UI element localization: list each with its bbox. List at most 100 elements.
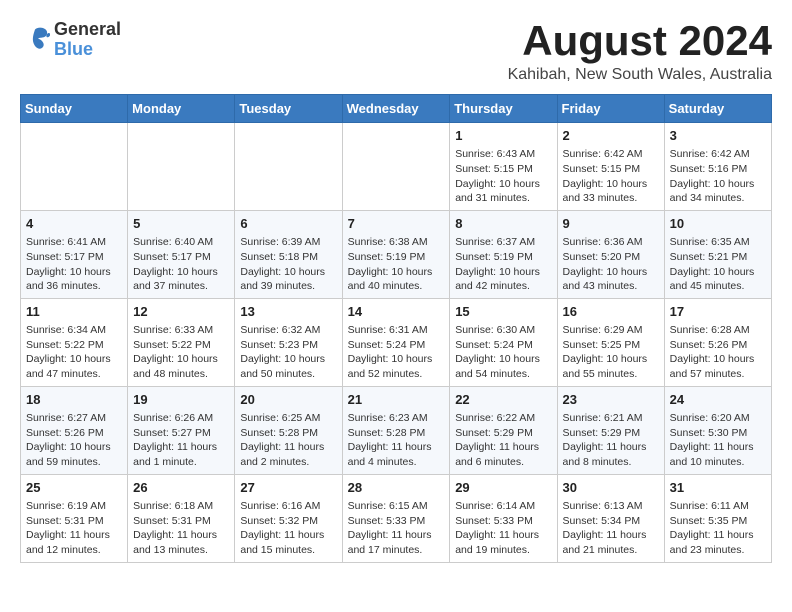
day-info: Sunrise: 6:14 AM Sunset: 5:33 PM Dayligh…	[455, 500, 539, 556]
day-number: 5	[133, 215, 229, 233]
day-info: Sunrise: 6:29 AM Sunset: 5:25 PM Dayligh…	[563, 324, 648, 380]
calendar-cell: 8 Sunrise: 6:37 AM Sunset: 5:19 PM Daylig…	[450, 210, 557, 298]
day-number: 11	[26, 303, 122, 321]
day-number: 14	[348, 303, 445, 321]
calendar-cell: 9 Sunrise: 6:36 AM Sunset: 5:20 PM Daylig…	[557, 210, 664, 298]
day-number: 19	[133, 391, 229, 409]
day-number: 8	[455, 215, 551, 233]
title-area: August 2024 Kahibah, New South Wales, Au…	[508, 20, 772, 84]
calendar-cell: 26 Sunrise: 6:18 AM Sunset: 5:31 PM Dayli…	[128, 474, 235, 562]
weekday-header-friday: Friday	[557, 95, 664, 123]
day-number: 15	[455, 303, 551, 321]
month-year: August 2024	[508, 20, 772, 62]
day-info: Sunrise: 6:31 AM Sunset: 5:24 PM Dayligh…	[348, 324, 433, 380]
day-info: Sunrise: 6:13 AM Sunset: 5:34 PM Dayligh…	[563, 500, 647, 556]
location: Kahibah, New South Wales, Australia	[508, 66, 772, 84]
logo: General Blue	[20, 20, 121, 60]
day-info: Sunrise: 6:36 AM Sunset: 5:20 PM Dayligh…	[563, 236, 648, 292]
calendar-cell	[21, 123, 128, 211]
calendar-cell: 27 Sunrise: 6:16 AM Sunset: 5:32 PM Dayli…	[235, 474, 342, 562]
day-number: 24	[670, 391, 766, 409]
day-info: Sunrise: 6:27 AM Sunset: 5:26 PM Dayligh…	[26, 412, 111, 468]
day-number: 27	[240, 479, 336, 497]
weekday-header-thursday: Thursday	[450, 95, 557, 123]
weekday-header-wednesday: Wednesday	[342, 95, 450, 123]
week-row-1: 1 Sunrise: 6:43 AM Sunset: 5:15 PM Daylig…	[21, 123, 772, 211]
week-row-3: 11Sunrise: 6:34 AM Sunset: 5:22 PM Dayli…	[21, 298, 772, 386]
day-info: Sunrise: 6:37 AM Sunset: 5:19 PM Dayligh…	[455, 236, 540, 292]
weekday-header-monday: Monday	[128, 95, 235, 123]
week-row-4: 18 Sunrise: 6:27 AM Sunset: 5:26 PM Dayli…	[21, 386, 772, 474]
day-number: 1	[455, 127, 551, 145]
day-info: Sunrise: 6:23 AM Sunset: 5:28 PM Dayligh…	[348, 412, 432, 468]
calendar-cell: 6Sunrise: 6:39 AM Sunset: 5:18 PM Daylig…	[235, 210, 342, 298]
day-info: Sunrise: 6:18 AM Sunset: 5:31 PM Dayligh…	[133, 500, 217, 556]
day-info: Sunrise: 6:42 AM Sunset: 5:16 PM Dayligh…	[670, 148, 755, 204]
day-number: 30	[563, 479, 659, 497]
day-number: 31	[670, 479, 766, 497]
week-row-5: 25 Sunrise: 6:19 AM Sunset: 5:31 PM Dayli…	[21, 474, 772, 562]
day-number: 18	[26, 391, 122, 409]
calendar-cell: 16 Sunrise: 6:29 AM Sunset: 5:25 PM Dayli…	[557, 298, 664, 386]
day-number: 10	[670, 215, 766, 233]
calendar-cell: 30 Sunrise: 6:13 AM Sunset: 5:34 PM Dayli…	[557, 474, 664, 562]
day-info: Sunrise: 6:19 AM Sunset: 5:31 PM Dayligh…	[26, 500, 110, 556]
calendar-cell: 18 Sunrise: 6:27 AM Sunset: 5:26 PM Dayli…	[21, 386, 128, 474]
calendar-cell: 22 Sunrise: 6:22 AM Sunset: 5:29 PM Dayli…	[450, 386, 557, 474]
day-number: 3	[670, 127, 766, 145]
calendar-cell: 28 Sunrise: 6:15 AM Sunset: 5:33 PM Dayli…	[342, 474, 450, 562]
logo-bird-icon	[20, 22, 50, 52]
weekday-header-tuesday: Tuesday	[235, 95, 342, 123]
calendar-cell: 20Sunrise: 6:25 AM Sunset: 5:28 PM Dayli…	[235, 386, 342, 474]
day-info: Sunrise: 6:33 AM Sunset: 5:22 PM Dayligh…	[133, 324, 218, 380]
calendar-cell	[128, 123, 235, 211]
day-info: Sunrise: 6:11 AM Sunset: 5:35 PM Dayligh…	[670, 500, 754, 556]
day-number: 22	[455, 391, 551, 409]
day-info: Sunrise: 6:40 AM Sunset: 5:17 PM Dayligh…	[133, 236, 218, 292]
day-number: 25	[26, 479, 122, 497]
calendar-cell: 13Sunrise: 6:32 AM Sunset: 5:23 PM Dayli…	[235, 298, 342, 386]
calendar-cell	[235, 123, 342, 211]
day-info: Sunrise: 6:43 AM Sunset: 5:15 PM Dayligh…	[455, 148, 540, 204]
day-number: 21	[348, 391, 445, 409]
day-info: Sunrise: 6:22 AM Sunset: 5:29 PM Dayligh…	[455, 412, 539, 468]
calendar-cell: 11Sunrise: 6:34 AM Sunset: 5:22 PM Dayli…	[21, 298, 128, 386]
day-number: 16	[563, 303, 659, 321]
calendar-cell: 23Sunrise: 6:21 AM Sunset: 5:29 PM Dayli…	[557, 386, 664, 474]
day-number: 4	[26, 215, 122, 233]
day-info: Sunrise: 6:15 AM Sunset: 5:33 PM Dayligh…	[348, 500, 432, 556]
day-info: Sunrise: 6:20 AM Sunset: 5:30 PM Dayligh…	[670, 412, 754, 468]
day-info: Sunrise: 6:16 AM Sunset: 5:32 PM Dayligh…	[240, 500, 324, 556]
day-number: 17	[670, 303, 766, 321]
calendar-cell: 24 Sunrise: 6:20 AM Sunset: 5:30 PM Dayli…	[664, 386, 771, 474]
calendar-cell: 1 Sunrise: 6:43 AM Sunset: 5:15 PM Daylig…	[450, 123, 557, 211]
logo-text: General Blue	[54, 20, 121, 60]
day-info: Sunrise: 6:39 AM Sunset: 5:18 PM Dayligh…	[240, 236, 325, 292]
weekday-header-row: SundayMondayTuesdayWednesdayThursdayFrid…	[21, 95, 772, 123]
day-number: 26	[133, 479, 229, 497]
day-info: Sunrise: 6:38 AM Sunset: 5:19 PM Dayligh…	[348, 236, 433, 292]
calendar-cell: 25 Sunrise: 6:19 AM Sunset: 5:31 PM Dayli…	[21, 474, 128, 562]
day-number: 9	[563, 215, 659, 233]
day-number: 23	[563, 391, 659, 409]
header: General Blue August 2024 Kahibah, New So…	[20, 20, 772, 84]
day-number: 28	[348, 479, 445, 497]
calendar-cell: 21 Sunrise: 6:23 AM Sunset: 5:28 PM Dayli…	[342, 386, 450, 474]
calendar-cell: 14 Sunrise: 6:31 AM Sunset: 5:24 PM Dayli…	[342, 298, 450, 386]
day-number: 29	[455, 479, 551, 497]
week-row-2: 4Sunrise: 6:41 AM Sunset: 5:17 PM Daylig…	[21, 210, 772, 298]
calendar-cell: 29 Sunrise: 6:14 AM Sunset: 5:33 PM Dayli…	[450, 474, 557, 562]
day-info: Sunrise: 6:25 AM Sunset: 5:28 PM Dayligh…	[240, 412, 324, 468]
calendar-table: SundayMondayTuesdayWednesdayThursdayFrid…	[20, 94, 772, 563]
day-number: 12	[133, 303, 229, 321]
day-info: Sunrise: 6:28 AM Sunset: 5:26 PM Dayligh…	[670, 324, 755, 380]
calendar-body: 1 Sunrise: 6:43 AM Sunset: 5:15 PM Daylig…	[21, 123, 772, 563]
weekday-header-saturday: Saturday	[664, 95, 771, 123]
day-info: Sunrise: 6:42 AM Sunset: 5:15 PM Dayligh…	[563, 148, 648, 204]
calendar-cell: 10Sunrise: 6:35 AM Sunset: 5:21 PM Dayli…	[664, 210, 771, 298]
day-number: 7	[348, 215, 445, 233]
calendar-cell: 15Sunrise: 6:30 AM Sunset: 5:24 PM Dayli…	[450, 298, 557, 386]
calendar-cell: 7 Sunrise: 6:38 AM Sunset: 5:19 PM Daylig…	[342, 210, 450, 298]
calendar-cell: 5 Sunrise: 6:40 AM Sunset: 5:17 PM Daylig…	[128, 210, 235, 298]
calendar-cell: 31 Sunrise: 6:11 AM Sunset: 5:35 PM Dayli…	[664, 474, 771, 562]
